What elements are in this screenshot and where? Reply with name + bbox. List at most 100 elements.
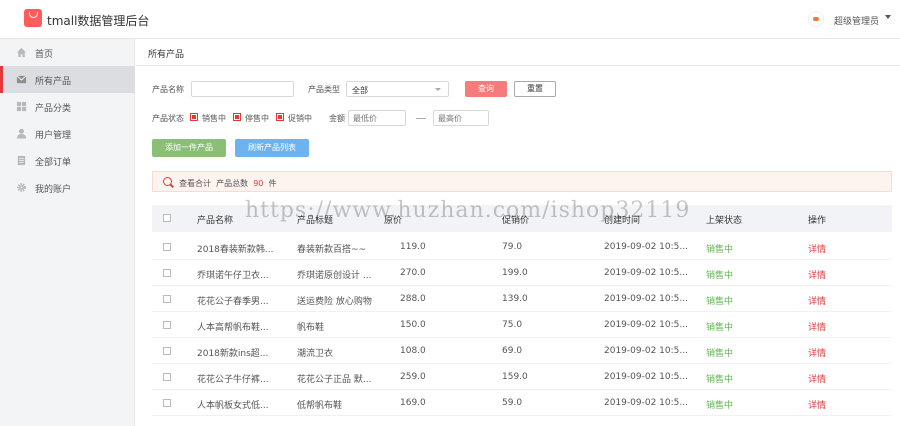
status-stopped-label: 停售中 bbox=[245, 114, 269, 123]
row-checkbox[interactable] bbox=[163, 269, 171, 277]
cell-original-price: 169.0 bbox=[400, 398, 426, 408]
detail-link[interactable]: 详情 bbox=[808, 294, 826, 307]
cell-created-time: 2019-09-02 10:5... bbox=[604, 294, 688, 304]
list-icon bbox=[17, 155, 26, 166]
cell-status: 销售中 bbox=[706, 375, 734, 385]
divider bbox=[136, 65, 900, 66]
sidebar-item-all-products[interactable]: 所有产品 bbox=[0, 66, 135, 93]
table-row: 乔琪诺午仔卫衣... 乔琪诺原创设计 ... 270.0 199.0 2019-… bbox=[152, 260, 892, 286]
sidebar-item-label: 产品分类 bbox=[35, 104, 72, 114]
cell-original-price: 288.0 bbox=[400, 294, 426, 304]
mail-icon bbox=[16, 75, 27, 84]
column-header[interactable]: 上架状态 bbox=[706, 213, 742, 226]
cell-status: 销售中 bbox=[706, 297, 734, 307]
select-all-checkbox[interactable] bbox=[163, 214, 171, 222]
sidebar-item-label: 全部订单 bbox=[35, 158, 72, 168]
cell-status: 销售中 bbox=[706, 245, 734, 255]
cell-original-price: 270.0 bbox=[400, 268, 426, 278]
chevron-down-icon[interactable] bbox=[885, 15, 891, 19]
max-price-input[interactable] bbox=[433, 110, 489, 126]
sidebar-item-categories[interactable]: 产品分类 bbox=[0, 93, 135, 120]
product-type-value: 全部 bbox=[352, 86, 368, 95]
summary-bar: 查看合计 产品总数 90 件 bbox=[152, 171, 892, 192]
product-count: 90 bbox=[253, 179, 264, 188]
summary-text: 查看合计 产品总数 90 件 bbox=[179, 178, 276, 189]
add-product-button[interactable]: 添加一件产品 bbox=[152, 139, 226, 157]
column-header[interactable]: 产品名称 bbox=[197, 213, 233, 226]
shopping-bag-logo-icon bbox=[24, 9, 42, 27]
status-stopped-checkbox[interactable] bbox=[233, 113, 241, 121]
status-on-sale-checkbox[interactable] bbox=[190, 113, 198, 121]
row-checkbox[interactable] bbox=[163, 373, 171, 381]
cell-product-name: 花花公子春季男... bbox=[197, 297, 269, 307]
cell-promo-price: 69.0 bbox=[502, 346, 523, 356]
detail-link[interactable]: 详情 bbox=[808, 398, 826, 411]
grid-icon bbox=[16, 101, 27, 112]
user-icon bbox=[16, 128, 27, 139]
sidebar-item-orders[interactable]: 全部订单 bbox=[0, 147, 135, 174]
cell-promo-price: 59.0 bbox=[502, 398, 523, 408]
product-type-select[interactable]: 全部 bbox=[346, 81, 449, 97]
cell-product-title: 帆布鞋 bbox=[297, 323, 325, 333]
row-checkbox[interactable] bbox=[163, 321, 171, 329]
cell-created-time: 2019-09-02 10:5... bbox=[604, 398, 688, 408]
amount-label: 金额 bbox=[329, 114, 345, 123]
cell-product-title: 低帮帆布鞋 bbox=[297, 401, 343, 411]
cell-status: 销售中 bbox=[706, 271, 734, 281]
cell-created-time: 2019-09-02 10:5... bbox=[604, 242, 688, 252]
app-title: tmall数据管理后台 bbox=[47, 14, 150, 28]
product-name-input[interactable] bbox=[191, 81, 294, 97]
cell-product-name: 人本高帮帆布鞋... bbox=[197, 323, 269, 333]
detail-link[interactable]: 详情 bbox=[808, 320, 826, 333]
reset-button[interactable]: 重置 bbox=[514, 81, 556, 97]
cell-promo-price: 159.0 bbox=[502, 372, 528, 382]
gear-icon bbox=[17, 183, 26, 192]
refresh-list-button[interactable]: 刷新产品列表 bbox=[235, 139, 309, 157]
cell-product-title: 花花公子正品 默... bbox=[297, 375, 372, 385]
cell-product-title: 潮流卫衣 bbox=[297, 349, 334, 359]
row-checkbox[interactable] bbox=[163, 295, 171, 303]
cell-created-time: 2019-09-02 10:5... bbox=[604, 268, 688, 278]
cell-product-name: 乔琪诺午仔卫衣... bbox=[197, 271, 269, 281]
detail-link[interactable]: 详情 bbox=[808, 346, 826, 359]
sidebar: 首页 所有产品 产品分类 用户管理 全部订单 我的账户 bbox=[0, 39, 135, 426]
status-promotion-checkbox[interactable] bbox=[276, 113, 284, 121]
watermark: https://www.huzhan.com/ishop32119 bbox=[245, 198, 691, 223]
cell-created-time: 2019-09-02 10:5... bbox=[604, 320, 688, 330]
home-icon bbox=[16, 47, 27, 58]
cell-created-time: 2019-09-02 10:5... bbox=[604, 346, 688, 356]
user-avatar[interactable] bbox=[808, 11, 824, 27]
range-dash bbox=[416, 118, 426, 119]
cell-product-title: 春装新款百搭~~ bbox=[297, 245, 367, 255]
min-price-input[interactable] bbox=[348, 110, 406, 126]
cell-product-name: 2018新款ins超... bbox=[197, 349, 269, 359]
cell-original-price: 108.0 bbox=[400, 346, 426, 356]
detail-link[interactable]: 详情 bbox=[808, 268, 826, 281]
row-checkbox[interactable] bbox=[163, 243, 171, 251]
cell-product-name: 花花公子牛仔裤... bbox=[197, 375, 269, 385]
breadcrumb: 所有产品 bbox=[148, 50, 185, 60]
sidebar-item-account[interactable]: 我的账户 bbox=[0, 174, 135, 201]
table-row: 花花公子春季男... 送运费险 放心购物 288.0 139.0 2019-09… bbox=[152, 286, 892, 312]
row-checkbox[interactable] bbox=[163, 347, 171, 355]
cell-created-time: 2019-09-02 10:5... bbox=[604, 372, 688, 382]
detail-link[interactable]: 详情 bbox=[808, 372, 826, 385]
column-header: 操作 bbox=[808, 216, 827, 226]
table-row: 2018新款ins超... 潮流卫衣 108.0 69.0 2019-09-02… bbox=[152, 338, 892, 364]
chevron-down-icon bbox=[435, 88, 441, 91]
cell-status: 销售中 bbox=[706, 401, 734, 411]
cell-status: 销售中 bbox=[706, 323, 734, 333]
detail-link[interactable]: 详情 bbox=[808, 242, 826, 255]
search-icon bbox=[163, 177, 172, 186]
product-type-label: 产品类型 bbox=[308, 85, 340, 94]
sidebar-item-home[interactable]: 首页 bbox=[0, 39, 135, 66]
cell-product-name: 人本帆板女式低... bbox=[197, 401, 269, 411]
cell-original-price: 259.0 bbox=[400, 372, 426, 382]
query-button[interactable]: 查询 bbox=[465, 81, 507, 97]
row-checkbox[interactable] bbox=[163, 399, 171, 407]
user-name[interactable]: 超级管理员 bbox=[834, 14, 879, 27]
sidebar-item-users[interactable]: 用户管理 bbox=[0, 120, 135, 147]
cell-promo-price: 139.0 bbox=[502, 294, 528, 304]
sidebar-item-label: 首页 bbox=[35, 50, 54, 60]
summary-unit: 件 bbox=[268, 179, 277, 188]
